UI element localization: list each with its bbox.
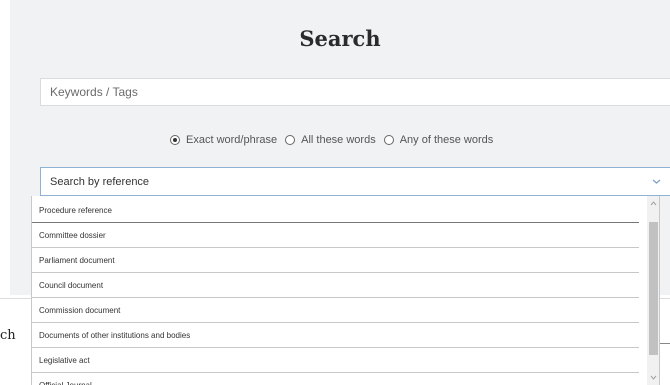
reference-select-value: Search by reference	[50, 175, 150, 188]
scroll-thumb[interactable]	[649, 222, 658, 355]
scroll-down-icon[interactable]	[650, 374, 657, 381]
page-title: Search	[299, 26, 381, 51]
radio-label: All these words	[301, 134, 376, 146]
partial-heading: ch	[0, 328, 16, 343]
option-official-journal[interactable]: Official Journal	[32, 373, 639, 385]
match-options: Exact word/phrase All these words Any of…	[170, 133, 501, 147]
radio-label: Exact word/phrase	[186, 134, 278, 146]
reference-select[interactable]: Search by reference	[40, 167, 670, 196]
keywords-input[interactable]	[40, 78, 670, 106]
option-other-institutions[interactable]: Documents of other institutions and bodi…	[32, 323, 639, 348]
chevron-down-icon	[652, 179, 661, 184]
radio-button[interactable]	[383, 135, 394, 145]
option-commission-document[interactable]: Commission document	[32, 298, 639, 323]
option-parliament-document[interactable]: Parliament document	[32, 248, 639, 273]
radio-button-checked[interactable]	[170, 135, 180, 145]
reference-dropdown: Procedure reference Committee dossier Pa…	[31, 196, 660, 385]
option-legislative-act[interactable]: Legislative act	[32, 348, 639, 373]
radio-exact-phrase[interactable]: Exact word/phrase	[170, 134, 277, 146]
scroll-up-icon[interactable]	[650, 200, 657, 207]
radio-label: Any of these words	[399, 134, 494, 146]
radio-any-words[interactable]: Any of these words	[383, 134, 494, 146]
option-council-document[interactable]: Council document	[32, 273, 639, 298]
dropdown-scrollbar[interactable]	[647, 196, 659, 385]
reference-options-list: Procedure reference Committee dossier Pa…	[32, 198, 639, 385]
radio-all-words[interactable]: All these words	[285, 134, 376, 146]
option-committee-dossier[interactable]: Committee dossier	[32, 223, 639, 248]
option-procedure-reference[interactable]: Procedure reference	[32, 198, 639, 223]
radio-button[interactable]	[285, 135, 296, 145]
